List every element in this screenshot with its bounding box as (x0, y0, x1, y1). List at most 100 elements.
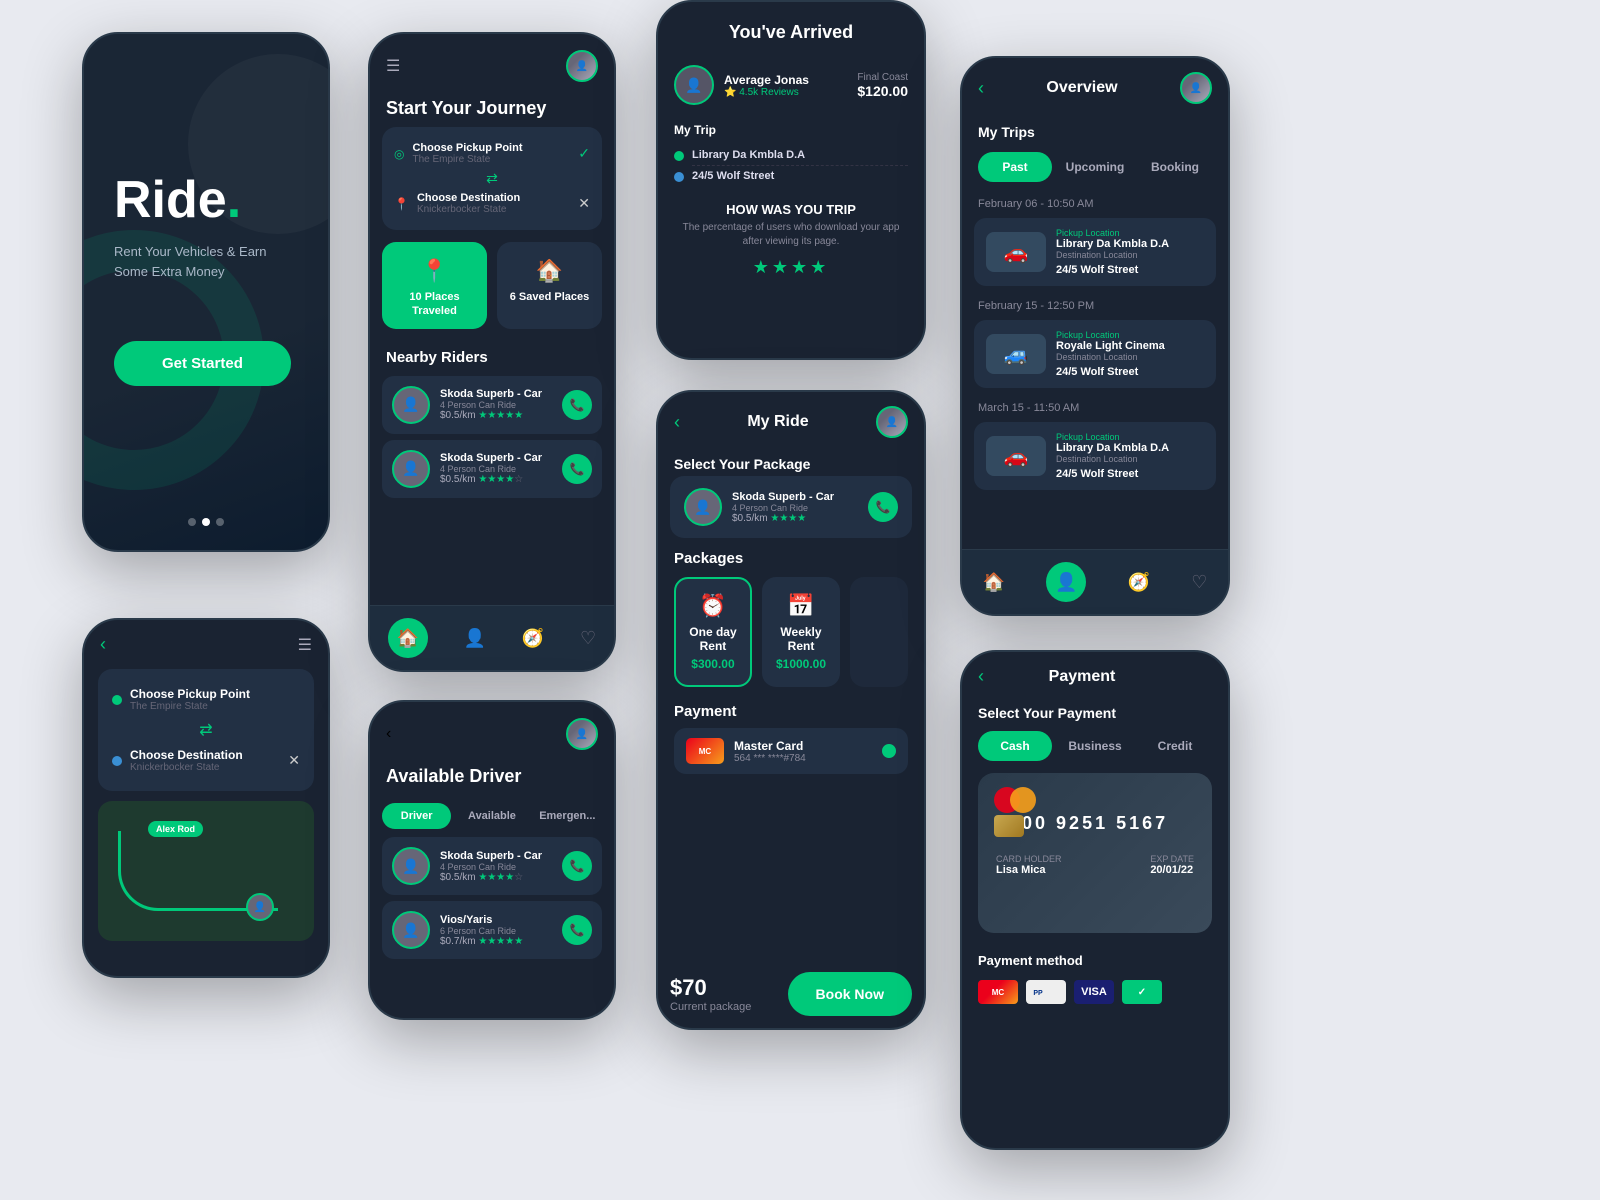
back-icon[interactable]: ‹ (386, 725, 391, 743)
trip-car-image-1: 🚗 (986, 232, 1046, 272)
clear-dest-icon[interactable]: ✕ (578, 195, 590, 212)
call-selected-driver-button[interactable]: 📞 (868, 492, 898, 522)
current-price: $70 (670, 975, 751, 1001)
call-driver-2-button[interactable]: 📞 (562, 915, 592, 945)
heart-nav-icon[interactable]: ♡ (1191, 572, 1207, 593)
card-expiry-date: 20/01/22 (1150, 864, 1194, 876)
tab-business[interactable]: Business (1058, 731, 1132, 761)
close-icon[interactable]: ✕ (288, 752, 300, 769)
rider-name-1: Skoda Superb - Car (440, 388, 552, 400)
rider-seats-2: 4 Person Can Ride (440, 464, 552, 474)
phone-journey: ☰ 👤 Start Your Journey ◎ Choose Pickup P… (368, 32, 616, 672)
trip-card-2: 🚙 Pickup Location Royale Light Cinema De… (974, 320, 1216, 388)
card-details: Master Card 564 *** ****#784 (734, 739, 806, 764)
trip-locations-2: Pickup Location Royale Light Cinema Dest… (1056, 330, 1204, 378)
rating-section: HOW WAS YOU TRIP The percentage of users… (658, 194, 924, 286)
my-trips-label: My Trips (962, 118, 1228, 146)
myride-title: My Ride (747, 413, 808, 431)
journey-form: ◎ Choose Pickup Point The Empire State ✓… (382, 127, 602, 230)
card-number: 564 *** ****#784 (734, 753, 806, 764)
rider-card-1: 👤 Skoda Superb - Car 4 Person Can Ride $… (382, 376, 602, 434)
tab-upcoming[interactable]: Upcoming (1058, 152, 1132, 182)
trip-locations-1: Pickup Location Library Da Kmbla D.A Des… (1056, 228, 1204, 276)
saved-places-button[interactable]: 🏠 6 Saved Places (497, 242, 602, 329)
dest-dot (112, 756, 122, 766)
compass-nav-icon[interactable]: 🧭 (522, 628, 544, 649)
book-now-button[interactable]: Book Now (788, 972, 912, 1016)
trip-date-2: February 15 - 12:50 PM (962, 290, 1228, 316)
compass-nav-icon[interactable]: 🧭 (1128, 572, 1150, 593)
dot-1 (188, 518, 196, 526)
driver-tab-driver[interactable]: Driver (382, 803, 451, 829)
dest-label-3: Destination Location (1056, 454, 1204, 464)
back-icon[interactable]: ‹ (978, 666, 984, 687)
mc-circle-yellow (1010, 787, 1036, 813)
menu-icon[interactable]: ☰ (298, 635, 312, 655)
select-package-label: Select Your Package (658, 452, 924, 476)
call-rider-2-button[interactable]: 📞 (562, 454, 592, 484)
driver-card-1: 👤 Skoda Superb - Car 4 Person Can Ride $… (382, 837, 602, 895)
rating-stars[interactable]: ★★★★ (674, 257, 908, 278)
trip-label: My Trip (674, 123, 908, 137)
rider-price-1: $0.5/km ★★★★★ (440, 410, 552, 421)
hamburger-icon[interactable]: ☰ (386, 56, 400, 76)
profile-nav-button[interactable]: 👤 (1046, 562, 1086, 602)
trip-car-image-3: 🚗 (986, 436, 1046, 476)
other-payment-icon[interactable]: ✓ (1122, 980, 1162, 1004)
dest-label-2: Destination Location (1056, 352, 1204, 362)
places-traveled-button[interactable]: 📍 10 Places Traveled (382, 242, 487, 329)
swap-routes-icon[interactable]: ⇄ (394, 170, 590, 187)
phone-arrived: You've Arrived 👤 Average Jonas ⭐ 4.5k Re… (656, 0, 926, 360)
dest-location-icon: 📍 (394, 197, 409, 211)
tab-booking[interactable]: Booking (1138, 152, 1212, 182)
pickup-dot (674, 151, 684, 161)
dest-sub: Knickerbocker State (130, 762, 280, 773)
pickup-label-3: Pickup Location (1056, 432, 1204, 442)
selected-driver-price: $0.5/km ★★★★ (732, 513, 858, 524)
get-started-button[interactable]: Get Started (114, 341, 291, 386)
rider-seats-1: 4 Person Can Ride (440, 400, 552, 410)
back-icon[interactable]: ‹ (674, 412, 680, 433)
tab-past[interactable]: Past (978, 152, 1052, 182)
call-rider-1-button[interactable]: 📞 (562, 390, 592, 420)
driver-tab-available[interactable]: Available (457, 803, 526, 829)
back-icon[interactable]: ‹ (100, 634, 106, 655)
package-weekly[interactable]: 📅 WeeklyRent $1000.00 (762, 577, 840, 687)
call-driver-1-button[interactable]: 📞 (562, 851, 592, 881)
trip-dest-row: 24/5 Wolf Street (674, 166, 908, 186)
driver-left-info: 👤 Average Jonas ⭐ 4.5k Reviews (674, 65, 809, 105)
tab-cash[interactable]: Cash (978, 731, 1052, 761)
home-nav-icon[interactable]: 🏠 (983, 572, 1005, 593)
selected-driver-name: Skoda Superb - Car (732, 491, 858, 503)
package-oneday[interactable]: ⏰ One dayRent $300.00 (674, 577, 752, 687)
trip-date-3: March 15 - 11:50 AM (962, 392, 1228, 418)
driver-info-2: Vios/Yaris 6 Person Can Ride $0.7/km ★★★… (440, 914, 552, 947)
driver-info-1: Skoda Superb - Car 4 Person Can Ride $0.… (440, 850, 552, 883)
tab-credit[interactable]: Credit (1138, 731, 1212, 761)
pagination-dots (188, 518, 224, 526)
paypal-payment-icon[interactable]: PP (1026, 980, 1066, 1004)
home-icon: 🏠 (536, 258, 563, 284)
overview-bottom-navigation: 🏠 👤 🧭 ♡ (962, 549, 1228, 614)
trip-locations-3: Pickup Location Library Da Kmbla D.A Des… (1056, 432, 1204, 480)
arrived-header: You've Arrived (658, 2, 924, 55)
home-nav-button[interactable]: 🏠 (388, 618, 428, 658)
trip-pickup-1: Library Da Kmbla D.A (1056, 238, 1204, 250)
heart-nav-icon[interactable]: ♡ (580, 628, 596, 649)
driver-price-2: $0.7/km ★★★★★ (440, 936, 552, 947)
saved-places-label: 6 Saved Places (510, 290, 590, 304)
selected-driver-info: Skoda Superb - Car 4 Person Can Ride $0.… (732, 491, 858, 524)
profile-nav-icon[interactable]: 👤 (464, 628, 486, 649)
visa-payment-icon[interactable]: VISA (1074, 980, 1114, 1004)
bottom-navigation: 🏠 👤 🧭 ♡ (370, 605, 614, 670)
app-title: Ride. (114, 174, 291, 226)
swap-icon[interactable]: ⇄ (112, 718, 300, 742)
pickup-label: Choose Pickup Point (412, 142, 570, 154)
back-icon[interactable]: ‹ (978, 78, 984, 99)
final-cost-price: $120.00 (857, 83, 908, 99)
mastercard-payment-icon[interactable]: MC (978, 980, 1018, 1004)
dot-2 (202, 518, 210, 526)
driver-tab-emergency[interactable]: Emergen... (533, 803, 602, 829)
payment-logos: MC PP VISA ✓ (962, 972, 1228, 1012)
journey-header: ☰ 👤 (370, 34, 614, 90)
